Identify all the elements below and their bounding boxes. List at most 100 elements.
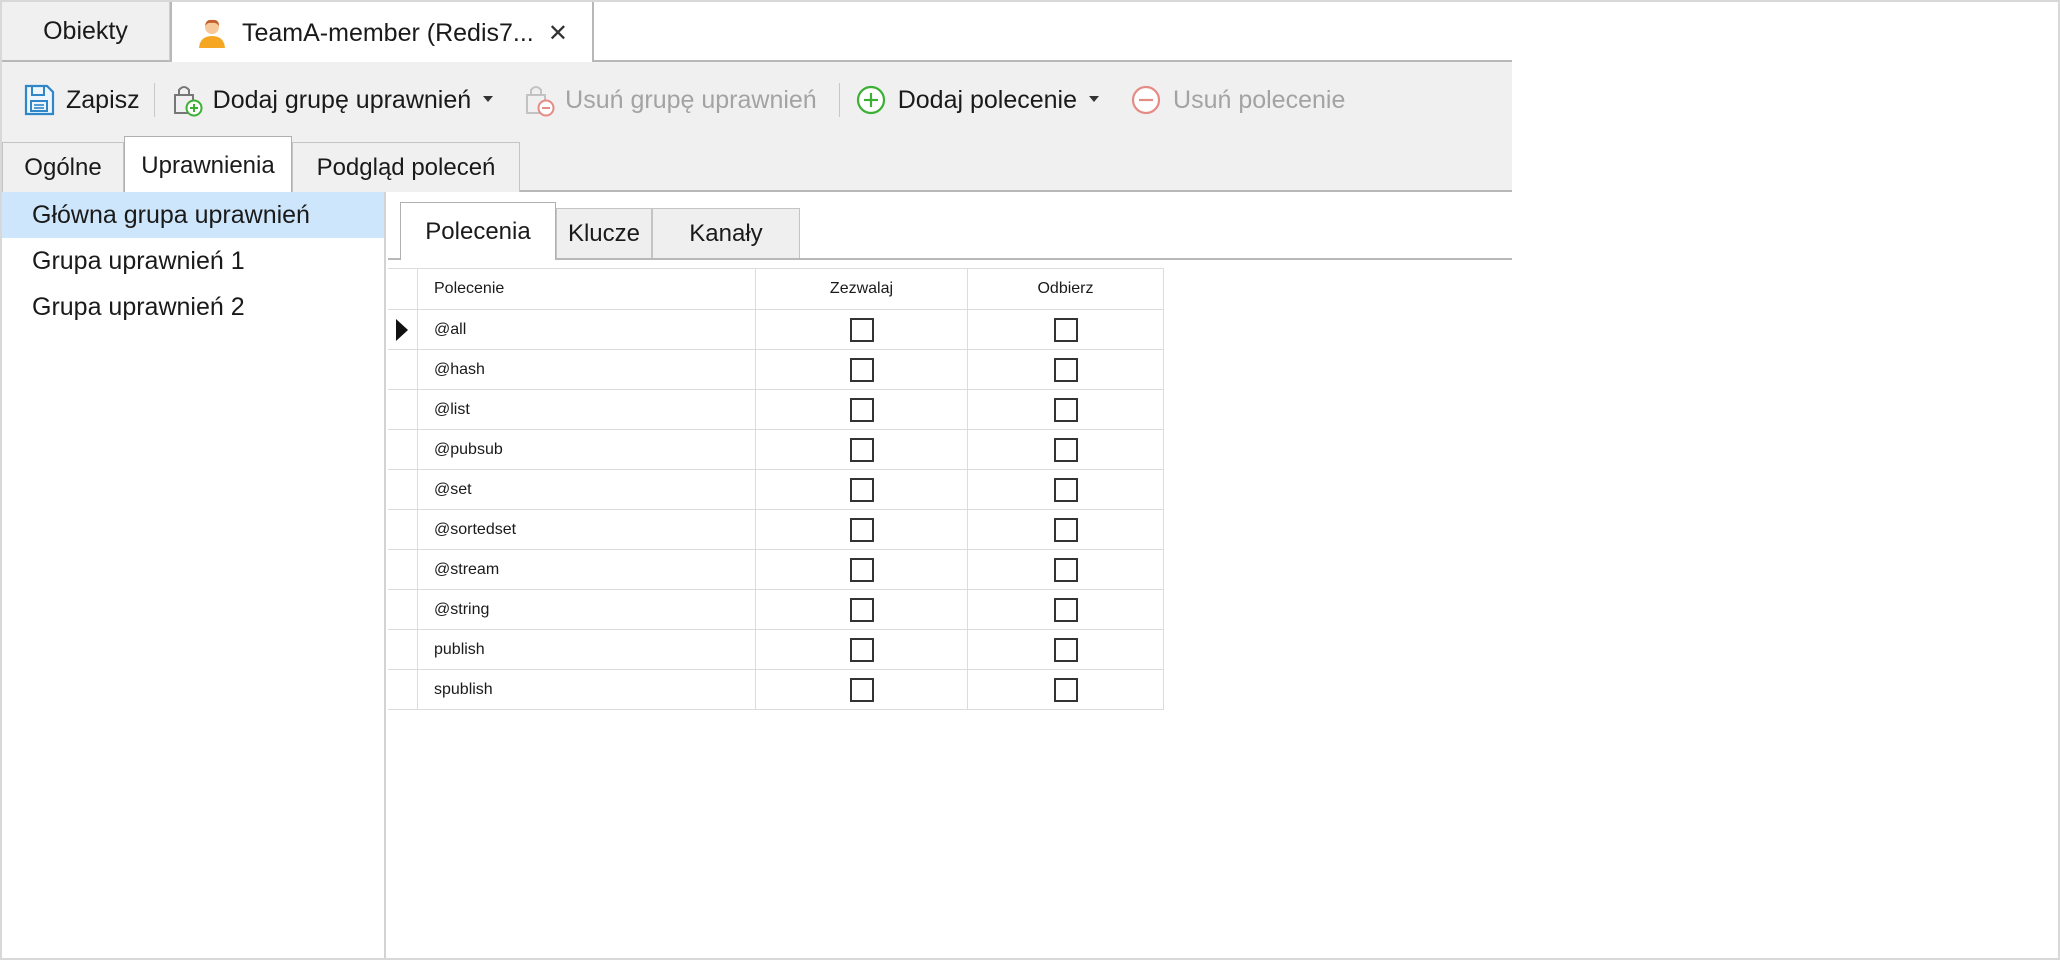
allow-checkbox[interactable] [849,557,874,582]
row-header[interactable] [388,590,418,630]
row-header[interactable] [388,510,418,550]
row-header[interactable] [388,310,418,350]
column-header-label: Odbierz [1037,280,1094,297]
revoke-cell [968,670,1164,710]
revoke-checkbox[interactable] [1053,597,1078,622]
allow-checkbox[interactable] [849,357,874,382]
remove-permission-group-label: Usuń grupę uprawnień [565,85,817,114]
add-circle-icon [854,83,888,117]
save-icon [22,83,56,117]
command-cell[interactable]: @hash [418,350,756,390]
tree-item-main-group[interactable]: Główna grupa uprawnień [2,192,384,238]
allow-cell [756,470,968,510]
add-permission-group-label: Dodaj grupę uprawnień [212,85,472,114]
command-cell[interactable]: @stream [418,550,756,590]
allow-checkbox[interactable] [849,437,874,462]
command-name: @pubsub [434,440,503,458]
add-command-button[interactable]: Dodaj polecenie [854,62,1100,138]
current-row-arrow-icon [396,318,408,341]
revoke-checkbox[interactable] [1053,677,1078,702]
row-header[interactable] [388,430,418,470]
allow-checkbox[interactable] [849,637,874,662]
command-name: @stream [434,560,500,578]
tree-item-group-2[interactable]: Grupa uprawnień 2 [2,284,384,330]
column-header[interactable]: Zezwalaj [756,268,968,310]
revoke-checkbox[interactable] [1053,637,1078,662]
tab-permissions[interactable]: Uprawnienia [124,136,292,194]
revoke-checkbox[interactable] [1053,437,1078,462]
remove-permission-group-button[interactable]: Usuń grupę uprawnień [521,62,817,138]
add-group-icon [169,83,203,117]
column-header[interactable]: Polecenie [418,268,756,310]
chevron-down-icon[interactable] [1089,96,1100,102]
allow-cell [756,550,968,590]
row-header[interactable] [388,350,418,390]
command-cell[interactable]: @list [418,390,756,430]
column-header-label: Zezwalaj [829,280,894,297]
remove-circle-icon [1129,83,1163,117]
revoke-checkbox[interactable] [1053,477,1078,502]
revoke-cell [968,310,1164,350]
remove-group-icon [521,83,555,117]
revoke-checkbox[interactable] [1053,397,1078,422]
row-header[interactable] [388,470,418,510]
remove-command-label: Usuń polecenie [1173,85,1346,114]
command-name: spublish [434,680,493,698]
revoke-cell [968,470,1164,510]
revoke-checkbox[interactable] [1053,357,1078,382]
revoke-checkbox[interactable] [1053,557,1078,582]
command-cell[interactable]: @set [418,470,756,510]
add-permission-group-button[interactable]: Dodaj grupę uprawnień [169,62,494,138]
tree-item-group-1[interactable]: Grupa uprawnień 1 [2,238,384,284]
command-cell[interactable]: @string [418,590,756,630]
command-cell[interactable]: @pubsub [418,430,756,470]
command-name: @list [434,400,470,418]
close-icon[interactable]: ✕ [548,19,568,48]
allow-checkbox[interactable] [849,317,874,342]
command-cell[interactable]: spublish [418,670,756,710]
allow-checkbox[interactable] [849,597,874,622]
tab-command-preview[interactable]: Podgląd poleceń [292,142,520,192]
save-button[interactable]: Zapisz [22,62,140,138]
allow-checkbox[interactable] [849,397,874,422]
revoke-checkbox[interactable] [1053,517,1078,542]
tree-item-label: Grupa uprawnień 2 [32,292,245,321]
command-name: @sortedset [434,520,517,538]
command-cell[interactable]: @all [418,310,756,350]
tab-channels[interactable]: Kanały [652,208,800,258]
revoke-cell [968,630,1164,670]
inner-tab-strip: Polecenia Klucze Kanały [388,192,1512,260]
allow-checkbox[interactable] [849,477,874,502]
tab-general[interactable]: Ogólne [2,142,124,192]
tab-objects-label: Obiekty [43,16,128,45]
row-header[interactable] [388,550,418,590]
command-cell[interactable]: publish [418,630,756,670]
command-cell[interactable]: @sortedset [418,510,756,550]
row-header[interactable] [388,630,418,670]
tab-keys[interactable]: Klucze [556,208,652,258]
revoke-cell [968,390,1164,430]
allow-cell [756,350,968,390]
allow-cell [756,510,968,550]
row-header[interactable] [388,390,418,430]
tab-command-preview-label: Podgląd poleceń [316,153,496,181]
remove-command-button[interactable]: Usuń polecenie [1129,62,1345,138]
grid-corner-header [388,268,418,310]
tab-keys-label: Klucze [567,219,641,247]
tab-objects[interactable]: Obiekty [2,2,170,62]
chevron-down-icon[interactable] [483,96,494,102]
row-header[interactable] [388,670,418,710]
command-name: @hash [434,360,485,378]
toolbar-separator [838,83,840,117]
tab-user-editor[interactable]: TeamA-member (Redis7... ✕ [170,2,594,64]
revoke-checkbox[interactable] [1053,317,1078,342]
column-header[interactable]: Odbierz [968,268,1164,310]
revoke-cell [968,350,1164,390]
tab-commands[interactable]: Polecenia [400,202,556,260]
toolbar-separator [153,83,155,117]
document-tab-strip: Obiekty TeamA-member (Redis7... ✕ [2,2,1512,64]
save-button-label: Zapisz [66,85,140,114]
tab-user-editor-label: TeamA-member (Redis7... [242,18,534,47]
allow-checkbox[interactable] [849,677,874,702]
allow-checkbox[interactable] [849,517,874,542]
